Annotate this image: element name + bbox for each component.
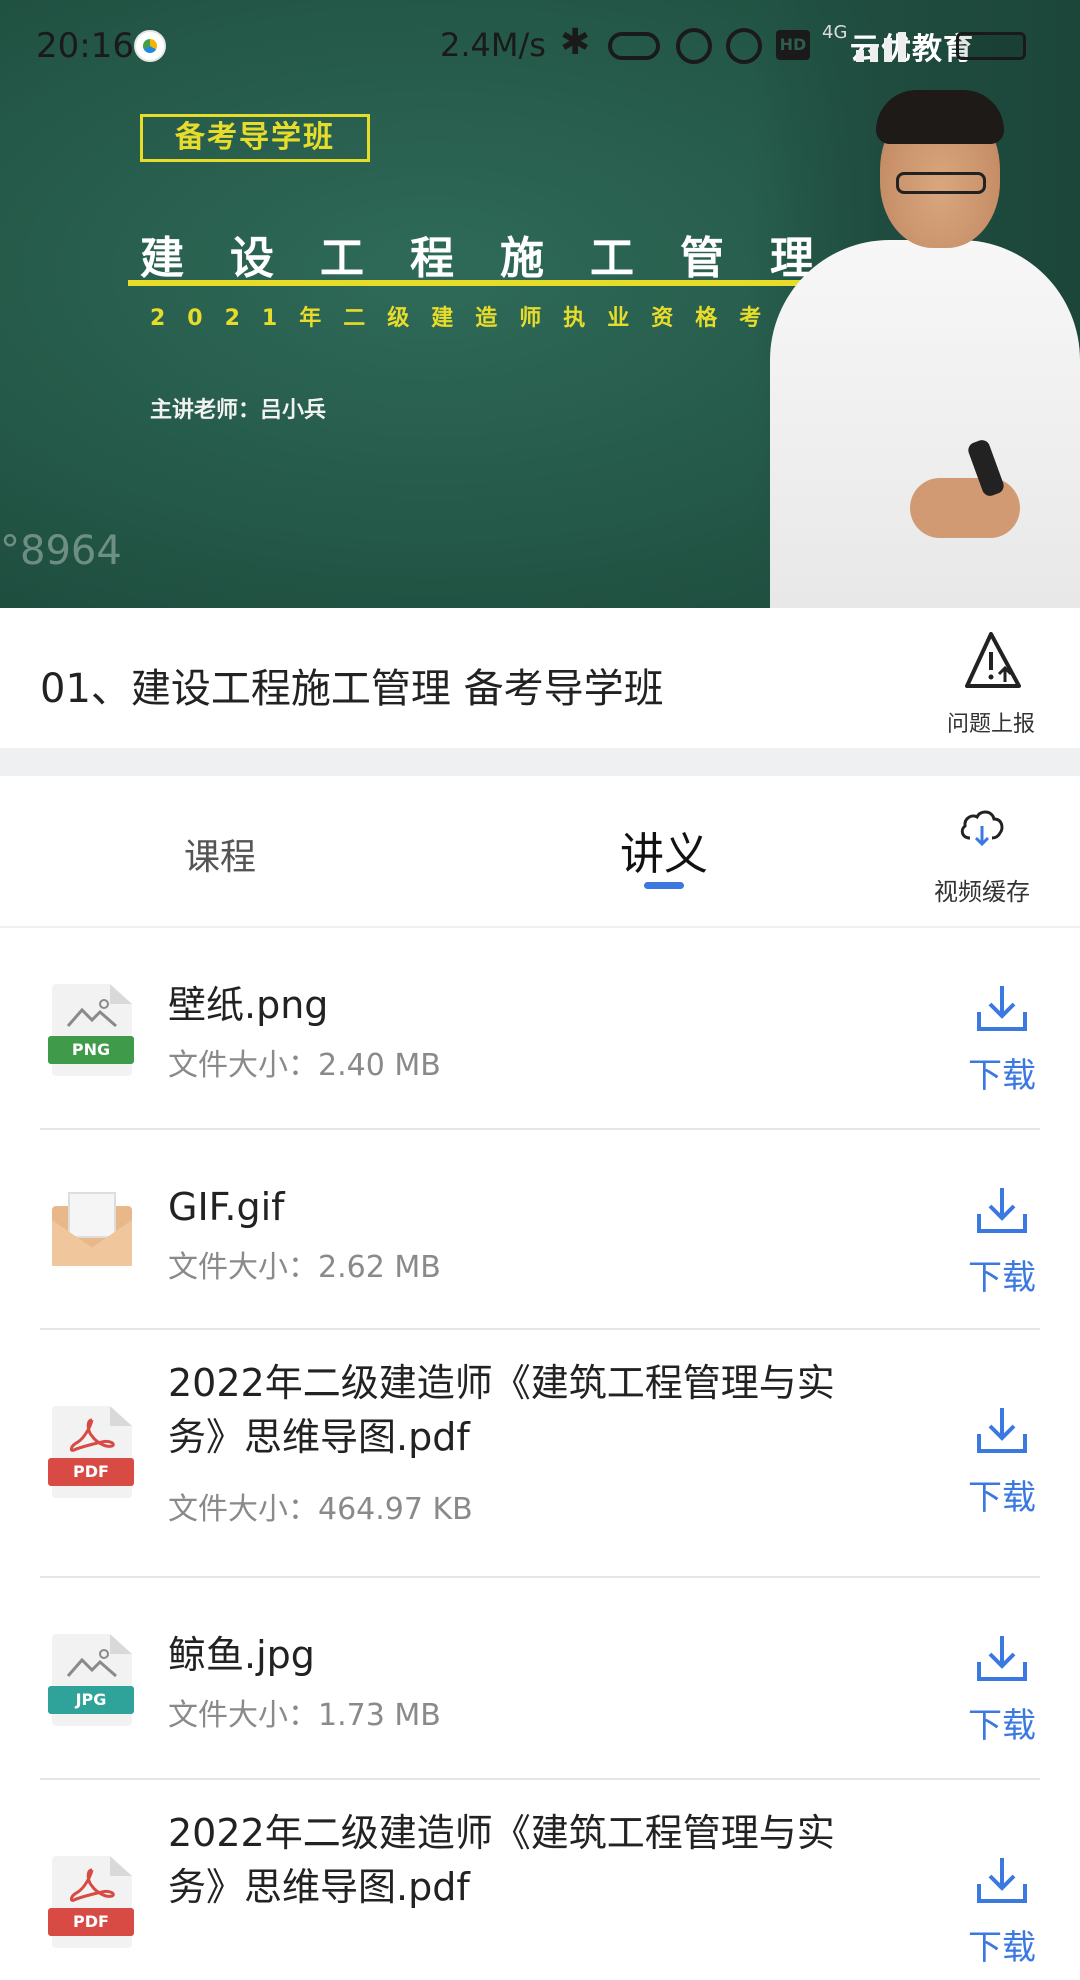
file-size: 文件大小：2.40 MB [168, 1048, 441, 1083]
board-teacher-line: 主讲老师：吕小兵 [150, 398, 327, 423]
jpg-file-icon: JPG [48, 1634, 134, 1726]
tab-bar: 课程 讲义 视频缓存 [0, 776, 1080, 928]
cloud-download-icon [960, 810, 1004, 847]
board-subtitle: 2021年二级建造师执业资格考试 [150, 306, 828, 331]
download-icon [977, 986, 1027, 1031]
video-overlay-id: °8964 [0, 528, 122, 574]
teacher-figure [760, 90, 1080, 608]
tab-handout[interactable]: 讲义 [620, 818, 708, 882]
file-name: 2022年二级建造师《建筑工程管理与实务》思维导图.pdf [168, 1811, 835, 1909]
lesson-header: 01、建设工程施工管理 备考导学班 问题上报 [0, 608, 1080, 748]
alarm-icon [726, 28, 762, 64]
tab-course[interactable]: 课程 [184, 828, 256, 880]
pdf-file-icon: PDF [48, 1406, 134, 1498]
file-size: 文件大小：464.97 KB [168, 1492, 473, 1527]
file-name: GIF.gif [168, 1185, 285, 1229]
video-cache-label: 视频缓存 [934, 878, 1030, 906]
report-issue-button[interactable]: 问题上报 [936, 630, 1046, 737]
list-item[interactable]: PNG 壁纸.png 文件大小：2.40 MB 下载 [0, 928, 1080, 1130]
active-tab-indicator [644, 882, 684, 889]
list-item[interactable]: PDF 2022年二级建造师《建筑工程管理与实务》思维导图.pdf 文件大小：4… [0, 1330, 1080, 1578]
status-bar: 20:16 2.4M/s ✱ HD 4G [0, 0, 1080, 90]
file-size: 文件大小：1.73 MB [168, 1698, 441, 1733]
download-icon [977, 1408, 1027, 1453]
list-item[interactable]: GIF.gif 文件大小：2.62 MB 下载 [0, 1130, 1080, 1330]
board-title: 建设工程施工管理 [140, 233, 860, 284]
mute-icon [676, 28, 712, 64]
handout-file-list: PNG 壁纸.png 文件大小：2.40 MB 下载 GIF.gif 文件大小：… [0, 928, 1080, 1980]
link-icon [608, 32, 660, 60]
battery-icon [956, 32, 1026, 60]
download-icon [977, 1636, 1027, 1681]
file-name: 壁纸.png [168, 983, 329, 1027]
app-icon [134, 30, 166, 62]
file-name: 2022年二级建造师《建筑工程管理与实务》思维导图.pdf [168, 1361, 835, 1459]
network-type: 4G [822, 22, 848, 43]
bluetooth-icon: ✱ [560, 22, 591, 63]
lesson-title: 01、建设工程施工管理 备考导学班 [40, 666, 664, 712]
warning-upload-icon [965, 632, 1021, 688]
hd-icon: HD [776, 30, 810, 60]
video-cache-button[interactable]: 视频缓存 [920, 806, 1044, 906]
list-item[interactable]: PDF 2022年二级建造师《建筑工程管理与实务》思维导图.pdf 下载 [0, 1780, 1080, 1980]
board-label: 备考导学班 [140, 114, 370, 162]
file-name: 鲸鱼.jpg [168, 1633, 315, 1677]
download-icon [977, 1858, 1027, 1903]
report-issue-label: 问题上报 [946, 712, 1035, 737]
gif-file-icon [52, 1186, 132, 1278]
board-underline [128, 280, 838, 286]
pdf-file-icon: PDF [48, 1856, 134, 1948]
download-icon [977, 1188, 1027, 1233]
net-speed: 2.4M/s [440, 26, 546, 64]
png-file-icon: PNG [48, 984, 134, 1076]
video-player[interactable]: 备考导学班 建设工程施工管理 2021年二级建造师执业资格考试 主讲老师：吕小兵… [0, 0, 1080, 608]
status-time: 20:16 [36, 26, 134, 66]
file-size: 文件大小：2.62 MB [168, 1250, 441, 1285]
section-divider [0, 748, 1080, 776]
list-item[interactable]: JPG 鲸鱼.jpg 文件大小：1.73 MB 下载 [0, 1578, 1080, 1780]
